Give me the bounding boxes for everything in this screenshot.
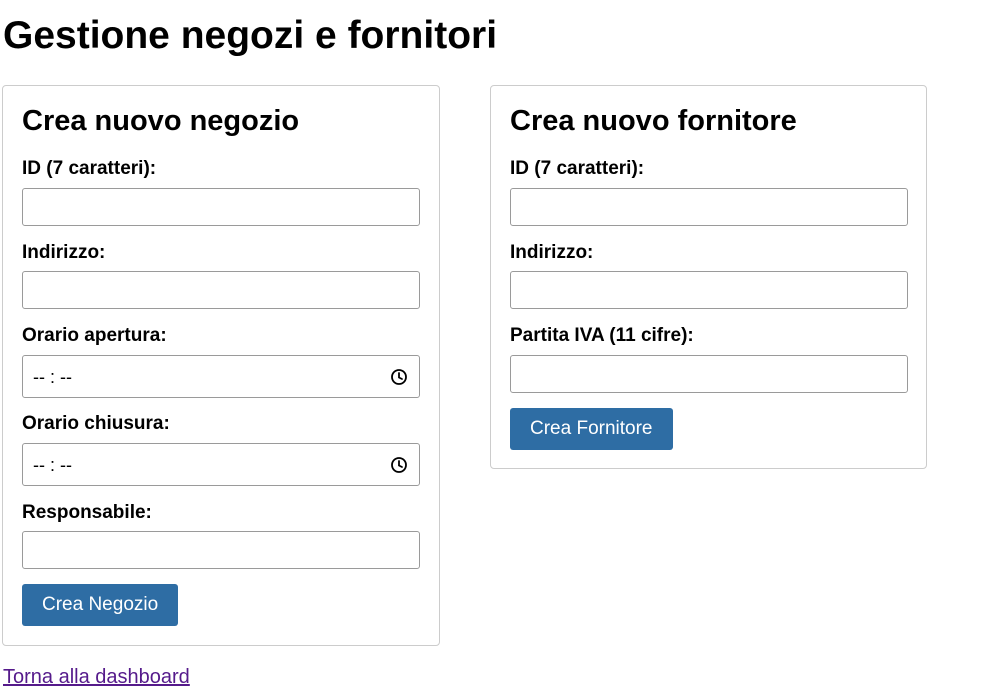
opening-time-placeholder: -- : -- <box>33 367 72 387</box>
closing-time-label: Orario chiusura: <box>22 413 170 434</box>
create-supplier-button[interactable]: Crea Fornitore <box>510 408 673 450</box>
store-address-label: Indirizzo: <box>22 242 106 263</box>
create-supplier-heading: Crea nuovo fornitore <box>510 105 797 137</box>
clock-icon[interactable] <box>390 368 408 386</box>
create-store-card: Crea nuovo negozio ID (7 caratteri): Ind… <box>2 85 440 646</box>
store-id-label: ID (7 caratteri): <box>22 158 157 179</box>
supplier-address-input[interactable] <box>510 271 908 309</box>
create-store-heading: Crea nuovo negozio <box>22 105 300 137</box>
manager-label: Responsabile: <box>22 502 152 523</box>
manager-input[interactable] <box>22 531 420 569</box>
closing-time-input[interactable]: -- : -- <box>22 443 420 486</box>
clock-icon[interactable] <box>390 456 408 474</box>
create-supplier-card: Crea nuovo fornitore ID (7 caratteri): I… <box>490 85 927 469</box>
supplier-id-label: ID (7 caratteri): <box>510 158 645 179</box>
store-id-input[interactable] <box>22 188 420 226</box>
opening-time-label: Orario apertura: <box>22 325 167 346</box>
back-to-dashboard-link[interactable]: Torna alla dashboard <box>3 665 190 689</box>
opening-time-input[interactable]: -- : -- <box>22 355 420 398</box>
store-address-input[interactable] <box>22 271 420 309</box>
page-title: Gestione negozi e fornitori <box>3 14 498 57</box>
closing-time-placeholder: -- : -- <box>33 455 72 475</box>
create-store-button[interactable]: Crea Negozio <box>22 584 179 626</box>
vat-number-label: Partita IVA (11 cifre): <box>510 325 694 346</box>
supplier-id-input[interactable] <box>510 188 908 226</box>
vat-number-input[interactable] <box>510 355 908 393</box>
supplier-address-label: Indirizzo: <box>510 242 594 263</box>
